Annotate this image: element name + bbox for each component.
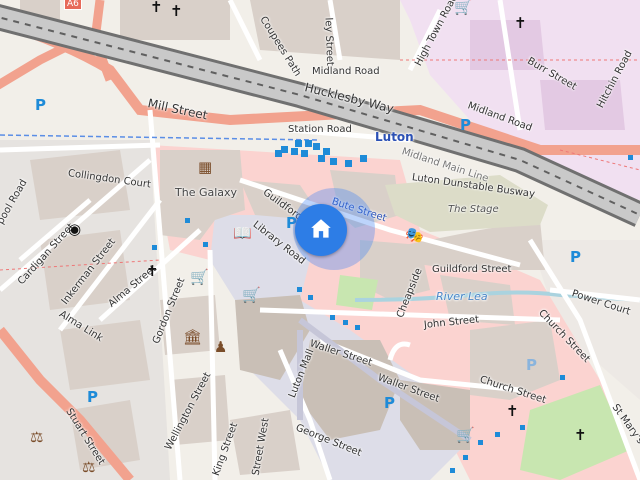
water-label-river-lea: River Lea <box>436 290 488 303</box>
place-of-worship-icon[interactable]: ✝ <box>574 428 587 443</box>
theatre-icon[interactable]: 🎭 <box>405 228 424 243</box>
street-label-station-road: Station Road <box>288 124 352 135</box>
parking-icon[interactable]: P <box>526 356 537 374</box>
home-location-marker[interactable] <box>295 204 347 256</box>
parking-icon[interactable]: P <box>35 96 46 114</box>
library-icon[interactable]: 📖 <box>233 226 252 241</box>
parking-icon[interactable]: P <box>87 388 98 406</box>
place-of-worship-icon[interactable]: ✝ <box>170 4 183 19</box>
shop-icon[interactable]: 🛒 <box>242 288 261 303</box>
street-label-ley-street: ley Street <box>322 17 336 67</box>
station-label-luton[interactable]: Luton <box>375 130 414 144</box>
place-of-worship-icon[interactable]: ✝ <box>150 0 163 15</box>
parking-icon[interactable]: P <box>460 116 471 134</box>
map-view[interactable]: A6 Coupees Path ley Street Midland Road … <box>0 0 640 480</box>
shop-icon[interactable]: 🛒 <box>190 270 209 285</box>
shop-icon[interactable]: 🛒 <box>454 0 473 15</box>
memorial-icon[interactable]: ◉ <box>68 222 81 237</box>
home-icon <box>311 219 331 238</box>
a6-route-shield: A6 <box>64 0 82 10</box>
museum-icon[interactable]: 🏛 <box>183 330 202 345</box>
place-of-worship-icon[interactable]: ✝ <box>514 16 527 31</box>
monument-icon[interactable]: ♟ <box>214 340 227 355</box>
parking-icon[interactable]: P <box>384 394 395 412</box>
courthouse-icon[interactable]: ⚖ <box>82 460 95 475</box>
shop-icon[interactable]: 🛒 <box>456 428 475 443</box>
cinema-icon[interactable]: ▦ <box>198 160 212 175</box>
place-label-the-galaxy[interactable]: The Galaxy <box>175 186 237 199</box>
place-of-worship-icon[interactable]: ✝ <box>506 404 519 419</box>
place-label-the-stage[interactable]: The Stage <box>448 204 499 215</box>
parking-icon[interactable]: P <box>570 248 581 266</box>
courthouse-icon[interactable]: ⚖ <box>30 430 43 445</box>
place-of-worship-icon[interactable]: ✝ <box>146 264 159 279</box>
street-label-guildford-street-east: Guildford Street <box>432 264 512 275</box>
street-label-midland-road-north: Midland Road <box>312 66 380 77</box>
